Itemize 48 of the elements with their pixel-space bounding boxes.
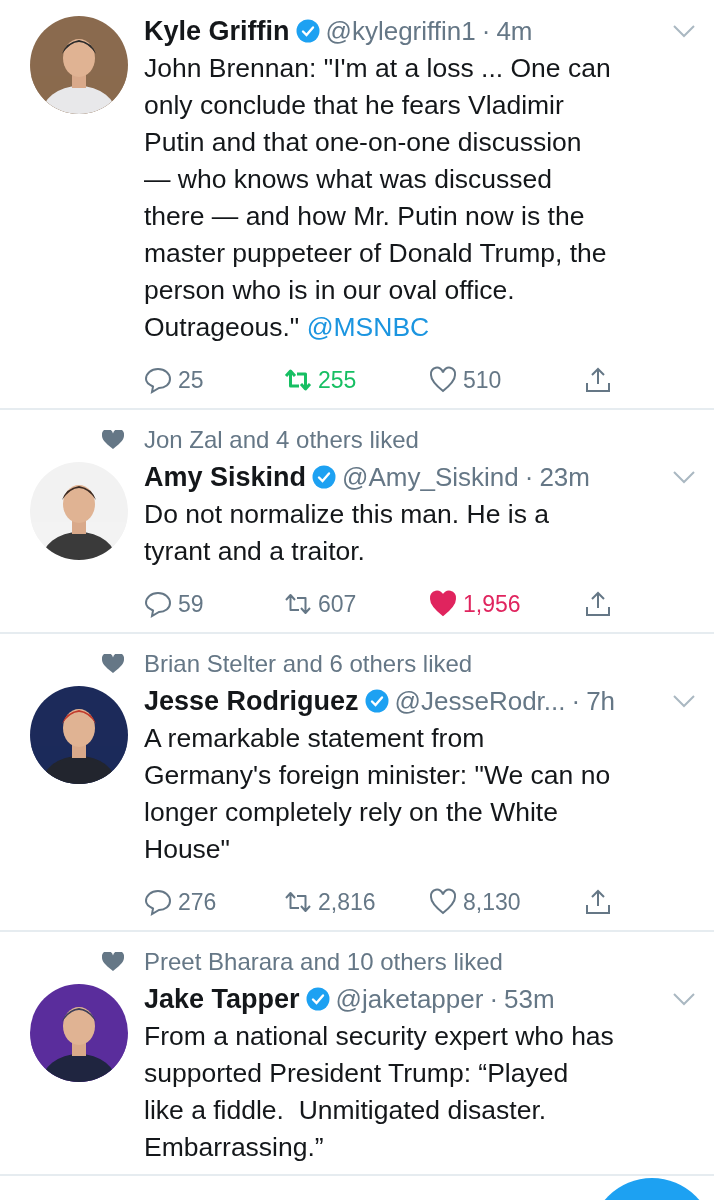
like-count: 8,130	[463, 888, 521, 916]
reply-count: 276	[178, 888, 217, 916]
social-context: Preet Bharara and 10 others liked	[144, 947, 504, 977]
author-name[interactable]: Jesse Rodriguez	[144, 685, 359, 717]
heart-icon	[102, 952, 124, 972]
tweet-time: 4m	[496, 15, 533, 47]
author-name[interactable]: Amy Siskind	[144, 461, 307, 493]
tweet-text: A remarkable statement from Germany's foreign minister: "We can no longer completely rely on the White House"	[144, 722, 612, 866]
share-icon[interactable]	[584, 590, 612, 618]
like-count: 1,956	[463, 590, 521, 618]
retweet-count: 255	[318, 366, 357, 394]
separator-dot: ·	[524, 461, 534, 493]
tweet-time: 53m	[504, 983, 555, 1015]
heart-icon[interactable]	[429, 366, 457, 394]
separator-dot: ·	[489, 983, 499, 1015]
heart-icon[interactable]	[429, 888, 457, 916]
retweet-count: 607	[318, 590, 357, 618]
retweet-count: 2,816	[318, 888, 376, 916]
heart-icon	[102, 654, 124, 674]
tweet-time: 23m	[539, 461, 590, 493]
author-handle: @Amy_Siskind	[342, 461, 519, 493]
like-count: 510	[463, 366, 502, 394]
retweet-icon[interactable]	[284, 366, 312, 394]
tweet-time: 7h	[586, 685, 616, 717]
tweet-text: From a national security expert who has supported President Trump: “Played like a fiddle. Unmitigated disaster. Embarrassing.”	[144, 1020, 615, 1164]
social-context: Brian Stelter and 6 others liked	[144, 649, 474, 679]
author-name[interactable]: Jake Tapper	[144, 983, 300, 1015]
heart-icon[interactable]	[429, 590, 457, 618]
author-name[interactable]: Kyle Griffin	[144, 15, 290, 47]
author-handle: @jaketapper	[335, 983, 484, 1015]
share-icon[interactable]	[584, 366, 612, 394]
reply-icon[interactable]	[144, 888, 172, 916]
reply-count: 59	[178, 590, 204, 618]
social-context: Jon Zal and 4 others liked	[144, 425, 420, 455]
tweet-text: John Brennan: "I'm at a loss ... One can only conclude that he fears Vladimir Putin and that one-on-one discussion — who knows what was discussed there — and how Mr. Putin now is the master puppeteer of Donald Trump, the person who is in our oval office. Outrageous." @MSNBC	[144, 52, 612, 344]
separator-dot: ·	[571, 685, 581, 717]
reply-icon[interactable]	[144, 366, 172, 394]
reply-icon[interactable]	[144, 590, 172, 618]
separator-dot: ·	[481, 15, 491, 47]
tweet-card[interactable]: Brian Stelter and 6 others liked Jesse Rodriguez @JesseRodr... · 7h A remarkable statement from Germany's foreign minister: "We can no longer completely rely on the White House" 276 2,816 8,130	[0, 634, 714, 932]
tweet-card[interactable]: Jon Zal and 4 others liked Amy Siskind @Amy_Siskind · 23m Do not normalize this man. He is a tyrant and a traitor. 59 607 1,956	[0, 410, 714, 634]
reply-count: 25	[178, 366, 204, 394]
tweet-card[interactable]: Preet Bharara and 10 others liked Jake Tapper @jaketapper · 53m From a national security expert who has supported President Trump: “Played like a fiddle. Unmitigated disaster. Embarrassing.”	[0, 932, 714, 1176]
author-handle: @kylegriffin1	[325, 15, 476, 47]
heart-icon	[102, 430, 124, 450]
tweet-text: Do not normalize this man. He is a tyrant and a traitor.	[144, 498, 551, 568]
share-icon[interactable]	[584, 888, 612, 916]
author-handle: @JesseRodr...	[394, 685, 566, 717]
